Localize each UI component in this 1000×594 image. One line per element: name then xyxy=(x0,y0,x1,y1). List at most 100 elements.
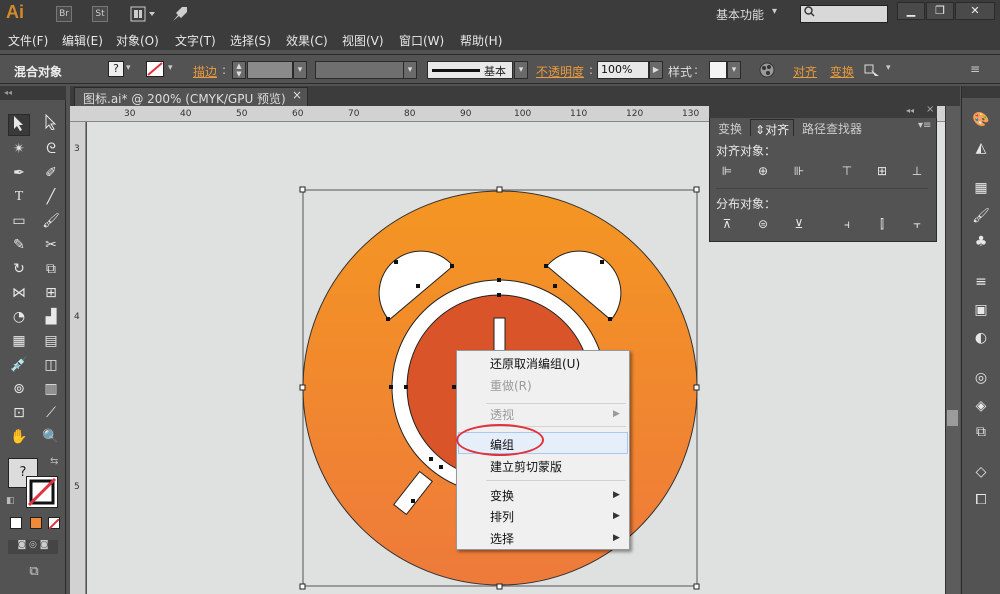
close-window-button[interactable]: ✕ xyxy=(955,2,995,20)
menu-view[interactable]: 视图(V) xyxy=(342,32,384,49)
minimize-button[interactable]: ▁ xyxy=(897,2,925,20)
recolor-artwork-icon[interactable] xyxy=(759,62,775,78)
paintbrush-tool-icon[interactable]: 🖌 xyxy=(40,210,62,232)
vertical-scrollbar[interactable] xyxy=(945,106,960,594)
menu-select[interactable]: 选择(S) xyxy=(230,32,271,49)
swatches-icon[interactable]: ▦ xyxy=(971,178,991,198)
isolate-group-icon[interactable] xyxy=(862,62,882,78)
screen-mode-icon[interactable]: ⧉ xyxy=(22,564,46,582)
transform-link[interactable]: 变换 xyxy=(830,63,854,80)
gradient-mode-icon[interactable] xyxy=(30,517,42,529)
collapse-icon[interactable]: ◂◂ xyxy=(906,106,914,115)
graphic-style-swatch[interactable] xyxy=(709,61,727,79)
menu-item-transform[interactable]: 变换 xyxy=(490,487,514,504)
menu-type[interactable]: 文字(T) xyxy=(175,32,216,49)
chevron-down-icon[interactable]: ▾ xyxy=(293,61,307,79)
horizontal-align-right-icon[interactable]: ⊪ xyxy=(790,162,808,180)
hand-tool-icon[interactable]: ✋ xyxy=(8,426,30,448)
artboards-panel-icon[interactable]: ⧉ xyxy=(971,422,991,442)
menu-help[interactable]: 帮助(H) xyxy=(460,32,502,49)
rectangle-tool-icon[interactable]: ▭ xyxy=(8,210,30,232)
chevron-down-icon[interactable]: ▾ xyxy=(886,63,891,73)
vertical-align-bottom-icon[interactable]: ⊥ xyxy=(908,162,926,180)
tab-transform[interactable]: 变换 xyxy=(714,119,746,136)
pen-tool-icon[interactable]: ✒ xyxy=(8,162,30,184)
opacity-label[interactable]: 不透明度 xyxy=(536,63,584,80)
appearance-panel-icon[interactable]: ◎ xyxy=(971,368,991,388)
color-mode-icon[interactable] xyxy=(10,517,22,529)
gpu-performance-icon[interactable] xyxy=(170,4,190,24)
workspace-switcher[interactable]: 基本功能 xyxy=(716,6,764,23)
stroke-swatch[interactable] xyxy=(146,61,164,77)
tab-pathfinder[interactable]: 路径查找器 xyxy=(798,119,866,136)
scissors-tool-icon[interactable]: ✂ xyxy=(40,234,62,256)
chevron-down-icon[interactable]: ▾ xyxy=(403,61,417,79)
drawing-mode-icon[interactable]: ◙ ◎ ◙ xyxy=(8,540,58,554)
eyedropper-tool-icon[interactable]: 💉 xyxy=(8,354,30,376)
transparency-panel-icon[interactable]: ◐ xyxy=(971,328,991,348)
blend-tool-icon[interactable]: ◫ xyxy=(40,354,62,376)
links-panel-icon[interactable]: ⧠ xyxy=(971,490,991,510)
symbol-sprayer-tool-icon[interactable]: ⊚ xyxy=(8,378,30,400)
vertical-distribute-center-icon[interactable]: ⊜ xyxy=(754,215,772,233)
color-palette-icon[interactable]: 🎨 xyxy=(971,110,991,130)
menu-item-select[interactable]: 选择 xyxy=(490,530,514,547)
document-tab[interactable]: 图标.ai* @ 200% (CMYK/GPU 预览) xyxy=(74,87,308,106)
width-tool-icon[interactable]: ⋈ xyxy=(8,282,30,304)
horizontal-distribute-center-icon[interactable]: ⫿ xyxy=(873,215,891,233)
horizontal-align-left-icon[interactable]: ⊫ xyxy=(718,162,736,180)
menu-item-make-clipping-mask[interactable]: 建立剪切蒙版 xyxy=(490,458,562,475)
rotate-tool-icon[interactable]: ↻ xyxy=(8,258,30,280)
menu-window[interactable]: 窗口(W) xyxy=(399,32,444,49)
gradient-tool-icon[interactable]: ▤ xyxy=(40,330,62,352)
chevron-down-icon[interactable]: ▾ xyxy=(168,63,173,73)
brushes-icon[interactable]: 🖌 xyxy=(971,206,991,226)
vertical-distribute-bottom-icon[interactable]: ⊻ xyxy=(790,215,808,233)
free-transform-tool-icon[interactable]: ⊞ xyxy=(40,282,62,304)
arrange-documents-icon[interactable] xyxy=(130,6,156,22)
line-segment-tool-icon[interactable]: ╱ xyxy=(40,186,62,208)
menu-item-undo-ungroup[interactable]: 还原取消编组(U) xyxy=(490,355,580,372)
collapse-icon[interactable]: ◂◂ xyxy=(4,88,12,97)
shape-builder-tool-icon[interactable]: ◔ xyxy=(8,306,30,328)
direct-selection-tool-icon[interactable] xyxy=(40,113,62,136)
close-tab-icon[interactable]: × xyxy=(292,88,302,102)
stroke-panel-icon[interactable]: ≡ xyxy=(971,272,991,292)
symbols-icon[interactable]: ♣ xyxy=(971,232,991,252)
chart-tool-icon[interactable]: ▟ xyxy=(40,306,62,328)
vertical-ruler[interactable]: 3 4 5 xyxy=(70,122,86,594)
align-link[interactable]: 对齐 xyxy=(793,63,817,80)
default-fill-stroke-icon[interactable]: ◧ xyxy=(6,496,15,506)
graphic-styles-icon[interactable]: ◈ xyxy=(971,396,991,416)
horizontal-distribute-left-icon[interactable]: ⫞ xyxy=(838,215,856,233)
chevron-down-icon[interactable]: ▾ xyxy=(772,6,777,17)
chevron-down-icon[interactable]: ▾ xyxy=(514,61,528,79)
slice-tool-icon[interactable]: ⟋ xyxy=(40,402,62,424)
mesh-tool-icon[interactable]: ▦ xyxy=(8,330,30,352)
stroke-weight-input[interactable] xyxy=(247,61,293,79)
panel-menu-icon[interactable]: ▾≡ xyxy=(918,120,931,131)
horizontal-distribute-right-icon[interactable]: ⫟ xyxy=(908,215,926,233)
stroke-color-box[interactable] xyxy=(26,476,58,508)
chevron-right-icon[interactable]: ▶ xyxy=(649,61,663,79)
menu-item-redo[interactable]: 重做(R) xyxy=(490,377,532,394)
menu-object[interactable]: 对象(O) xyxy=(116,32,159,49)
scale-tool-icon[interactable]: ⧉ xyxy=(40,258,62,280)
horizontal-align-center-icon[interactable]: ⊕ xyxy=(754,162,772,180)
selection-tool-icon[interactable] xyxy=(8,114,30,136)
pencil-tool-icon[interactable]: ✎ xyxy=(8,234,30,256)
zoom-tool-icon[interactable]: 🔍 xyxy=(40,426,62,448)
variable-width-profile[interactable] xyxy=(315,61,415,79)
bridge-button[interactable]: Br xyxy=(56,6,72,22)
magic-wand-tool-icon[interactable]: ✴ xyxy=(8,138,30,160)
chevron-down-icon[interactable]: ▾ xyxy=(727,61,741,79)
type-tool-icon[interactable]: T xyxy=(8,186,30,208)
lasso-tool-icon[interactable]: ᘓ xyxy=(40,138,62,160)
menu-item-perspective[interactable]: 透视 xyxy=(490,406,514,423)
panel-menu-icon[interactable]: ≡ xyxy=(970,62,980,76)
stock-button[interactable]: St xyxy=(92,6,108,22)
restore-button[interactable]: ❐ xyxy=(926,2,954,20)
artboard-tool-icon[interactable]: ⊡ xyxy=(8,402,30,424)
stroke-weight-stepper[interactable]: ▲ ▼ xyxy=(232,61,246,79)
vertical-distribute-top-icon[interactable]: ⊼ xyxy=(718,215,736,233)
